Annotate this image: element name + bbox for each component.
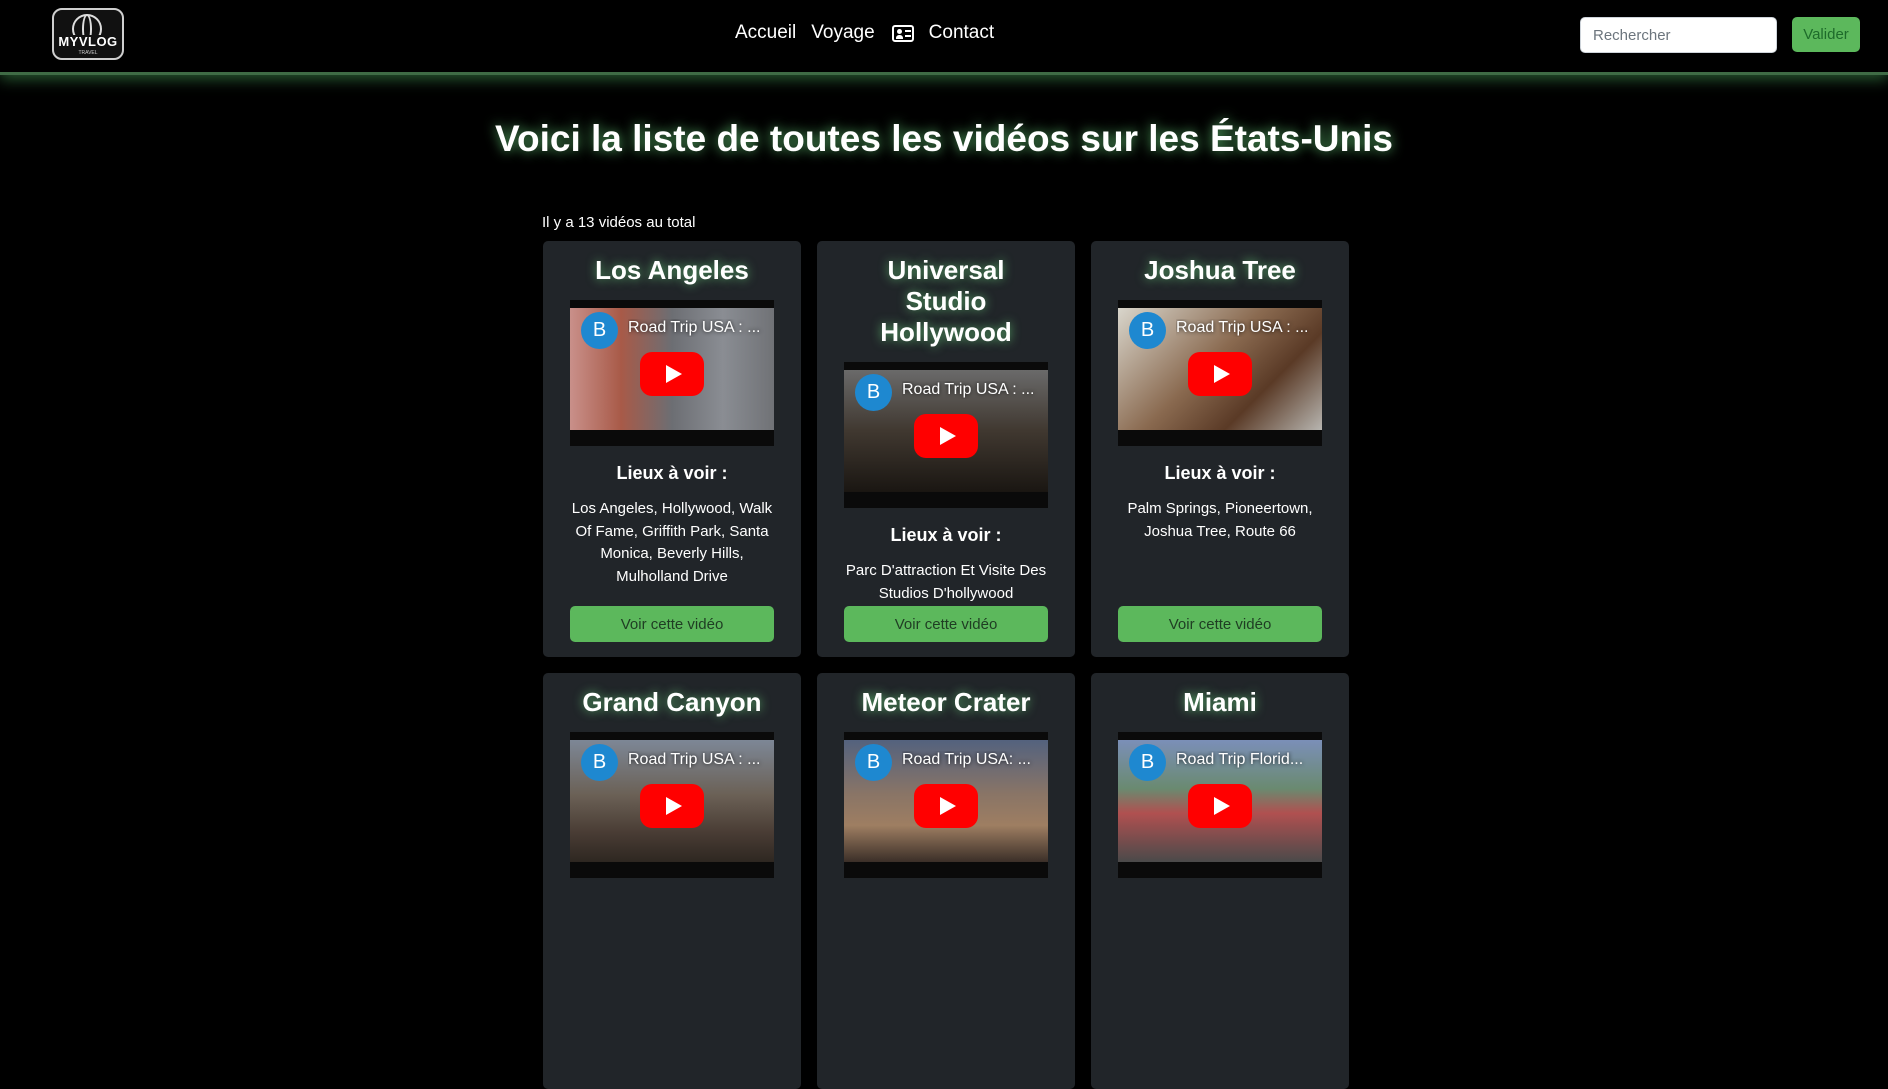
watch-video-button[interactable]: Voir cette vidéo: [570, 606, 774, 642]
video-embed[interactable]: B Road Trip USA : ...: [844, 362, 1048, 508]
video-card: Los Angeles B Road Trip USA : ... Lieux …: [543, 241, 801, 657]
video-embed[interactable]: B Road Trip USA : ...: [570, 732, 774, 878]
card-title: Grand Canyon: [582, 687, 762, 717]
nav-link-travel[interactable]: Voyage: [811, 22, 874, 44]
site-logo[interactable]: MYVLOG TRAVEL: [52, 8, 124, 60]
video-title[interactable]: Road Trip USA : ...: [628, 751, 766, 769]
video-title[interactable]: Road Trip USA : ...: [1176, 319, 1314, 337]
video-embed[interactable]: B Road Trip Florid...: [1118, 732, 1322, 878]
video-card: Meteor Crater B Road Trip USA: ...: [817, 673, 1075, 1089]
channel-avatar[interactable]: B: [1129, 312, 1166, 349]
places-list: Palm Springs, Pioneertown, Joshua Tree, …: [1127, 500, 1313, 540]
play-icon[interactable]: [640, 352, 704, 396]
video-title[interactable]: Road Trip Florid...: [1176, 751, 1314, 769]
watch-video-button[interactable]: Voir cette vidéo: [844, 606, 1048, 642]
video-card: Joshua Tree B Road Trip USA : ... Lieux …: [1091, 241, 1349, 657]
video-title[interactable]: Road Trip USA : ...: [628, 319, 766, 337]
video-card: Universal Studio Hollywood B Road Trip U…: [817, 241, 1075, 657]
play-icon[interactable]: [640, 784, 704, 828]
nav-links: Accueil Voyage Contact: [735, 20, 994, 46]
channel-avatar[interactable]: B: [1129, 744, 1166, 781]
places-label: Lieux à voir :: [616, 463, 728, 483]
card-title: Joshua Tree: [1144, 255, 1296, 285]
video-total-count: Il y a 13 vidéos au total: [542, 214, 696, 231]
video-card: Miami B Road Trip Florid...: [1091, 673, 1349, 1089]
places-list: Los Angeles, Hollywood, Walk Of Fame, Gr…: [571, 500, 773, 585]
watch-video-button[interactable]: Voir cette vidéo: [1118, 606, 1322, 642]
card-title: Universal Studio Hollywood: [880, 255, 1012, 347]
places-label: Lieux à voir :: [1164, 463, 1276, 483]
channel-avatar[interactable]: B: [581, 744, 618, 781]
play-icon[interactable]: [1188, 352, 1252, 396]
logo-text: MYVLOG: [56, 34, 120, 49]
search-input[interactable]: [1580, 17, 1777, 53]
channel-avatar[interactable]: B: [855, 374, 892, 411]
places-list: Parc D'attraction Et Visite Des Studios …: [845, 562, 1047, 602]
nav-link-home[interactable]: Accueil: [735, 22, 796, 44]
video-title[interactable]: Road Trip USA: ...: [902, 751, 1040, 769]
video-card: Grand Canyon B Road Trip USA : ...: [543, 673, 801, 1089]
video-embed[interactable]: B Road Trip USA : ...: [1118, 300, 1322, 446]
card-title: Meteor Crater: [861, 687, 1031, 717]
page-title: Voici la liste de toutes les vidéos sur …: [495, 118, 1393, 159]
card-title: Los Angeles: [595, 255, 749, 285]
video-embed[interactable]: B Road Trip USA : ...: [570, 300, 774, 446]
logo-subtext: TRAVEL: [78, 50, 98, 56]
video-title[interactable]: Road Trip USA : ...: [902, 381, 1040, 399]
video-embed[interactable]: B Road Trip USA: ...: [844, 732, 1048, 878]
channel-avatar[interactable]: B: [855, 744, 892, 781]
nav-link-contact[interactable]: Contact: [929, 22, 994, 44]
channel-avatar[interactable]: B: [581, 312, 618, 349]
video-card-grid: Los Angeles B Road Trip USA : ... Lieux …: [543, 241, 1349, 1089]
play-icon[interactable]: [1188, 784, 1252, 828]
search-submit-button[interactable]: Valider: [1792, 17, 1860, 52]
places-label: Lieux à voir :: [890, 525, 1002, 545]
card-title: Miami: [1183, 687, 1257, 717]
play-icon[interactable]: [914, 784, 978, 828]
play-icon[interactable]: [914, 414, 978, 458]
contact-card-icon[interactable]: [891, 24, 914, 42]
navbar: MYVLOG TRAVEL Accueil Voyage Contact Val…: [0, 0, 1888, 75]
